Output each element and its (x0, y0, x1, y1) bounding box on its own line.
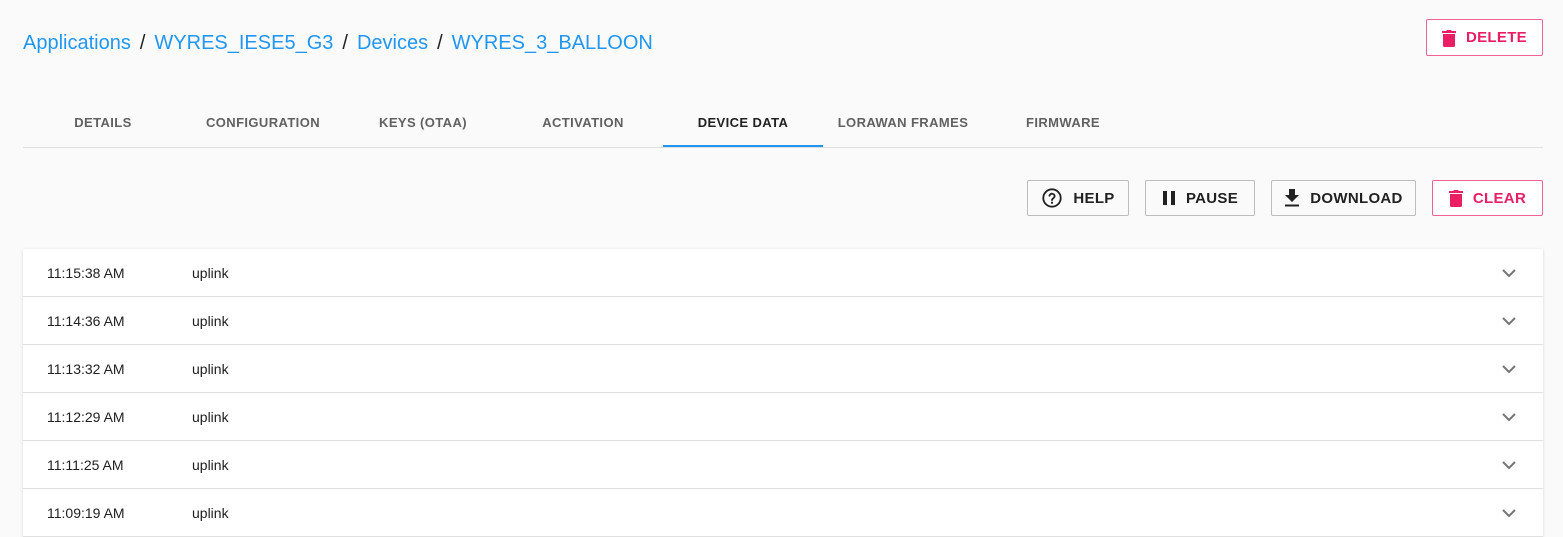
chevron-down-icon[interactable] (1501, 505, 1517, 521)
tab-activation[interactable]: ACTIVATION (503, 99, 663, 146)
tab-keys-otaa[interactable]: KEYS (OTAA) (343, 99, 503, 146)
chevron-down-icon[interactable] (1501, 457, 1517, 473)
pause-button-label: PAUSE (1185, 189, 1239, 207)
list-item[interactable]: 11:12:29 AM uplink (23, 393, 1543, 441)
chevron-down-icon[interactable] (1501, 361, 1517, 377)
download-button-label: DOWNLOAD (1310, 189, 1403, 207)
event-time: 11:15:38 AM (47, 264, 125, 281)
device-tabs: DETAILS CONFIGURATION KEYS (OTAA) ACTIVA… (23, 99, 1543, 148)
clear-button-label: CLEAR (1472, 189, 1527, 207)
event-type: uplink (192, 264, 229, 281)
list-item[interactable]: 11:15:38 AM uplink (23, 249, 1543, 297)
chevron-down-icon[interactable] (1501, 265, 1517, 281)
pause-icon (1162, 190, 1176, 206)
event-type: uplink (192, 408, 229, 425)
breadcrumb-separator: / (139, 31, 146, 54)
download-button[interactable]: DOWNLOAD (1271, 180, 1416, 216)
event-type: uplink (192, 456, 229, 473)
breadcrumb-separator: / (342, 31, 348, 54)
help-button-label: HELP (1073, 189, 1115, 207)
breadcrumb-devices[interactable]: Devices (357, 32, 428, 55)
breadcrumb-application[interactable]: WYRES_IESE5_G3 (154, 32, 333, 55)
tab-details[interactable]: DETAILS (23, 99, 183, 146)
help-button[interactable]: HELP (1027, 180, 1129, 216)
event-time: 11:12:29 AM (47, 408, 125, 425)
download-icon (1284, 189, 1300, 207)
tab-firmware[interactable]: FIRMWARE (983, 99, 1143, 146)
breadcrumb-device[interactable]: WYRES_3_BALLOON (452, 32, 653, 55)
list-item[interactable]: 11:11:25 AM uplink (23, 441, 1543, 489)
event-type: uplink (192, 312, 229, 329)
tab-configuration[interactable]: CONFIGURATION (183, 99, 343, 146)
chevron-down-icon[interactable] (1501, 409, 1517, 425)
event-time: 11:13:32 AM (47, 360, 125, 377)
trash-icon (1442, 29, 1456, 47)
clear-button[interactable]: CLEAR (1432, 180, 1543, 216)
event-time: 11:09:19 AM (47, 504, 125, 521)
delete-button-label: DELETE (1466, 29, 1527, 46)
event-type: uplink (192, 504, 229, 521)
tab-device-data[interactable]: DEVICE DATA (663, 99, 823, 147)
list-item[interactable]: 11:13:32 AM uplink (23, 345, 1543, 393)
help-circle-icon (1041, 187, 1063, 209)
trash-icon (1448, 189, 1463, 207)
chevron-down-icon[interactable] (1501, 313, 1517, 329)
device-data-list: 11:15:38 AM uplink 11:14:36 AM uplink 11… (23, 249, 1543, 537)
breadcrumb: Applications / WYRES_IESE5_G3 / Devices … (23, 30, 653, 56)
list-item[interactable]: 11:14:36 AM uplink (23, 297, 1543, 345)
tab-lorawan-frames[interactable]: LORAWAN FRAMES (823, 99, 983, 146)
breadcrumb-separator: / (437, 31, 443, 54)
pause-button[interactable]: PAUSE (1145, 180, 1255, 216)
event-type: uplink (192, 360, 229, 377)
breadcrumb-applications[interactable]: Applications (23, 32, 131, 55)
event-time: 11:11:25 AM (47, 456, 124, 473)
delete-device-button[interactable]: DELETE (1426, 19, 1543, 56)
event-time: 11:14:36 AM (47, 312, 125, 329)
list-item[interactable]: 11:09:19 AM uplink (23, 489, 1543, 537)
